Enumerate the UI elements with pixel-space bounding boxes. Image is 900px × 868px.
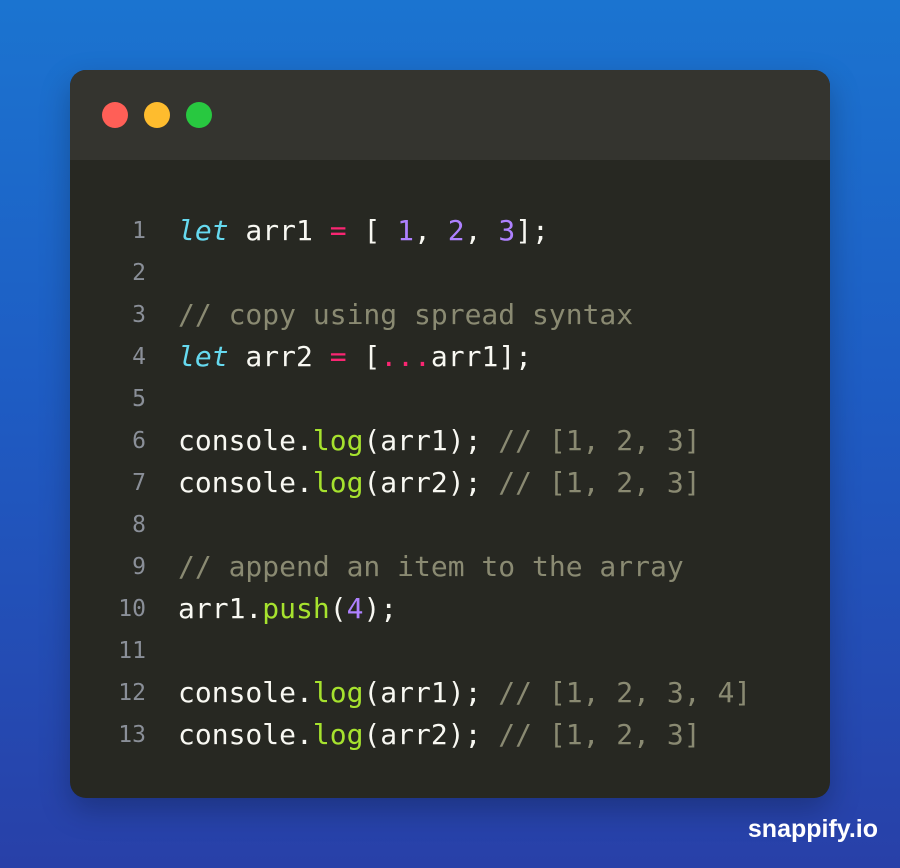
code-token-number: 4: [346, 592, 364, 625]
code-line: 6 console.log(arr1); // [1, 2, 3]: [70, 420, 830, 462]
code-token-plain: arr2: [228, 340, 330, 373]
code-line: 13 console.log(arr2); // [1, 2, 3]: [70, 714, 830, 756]
code-token-plain: console.: [178, 466, 313, 499]
code-token-plain: (arr1);: [363, 676, 499, 709]
line-code: console.log(arr1); // [1, 2, 3, 4]: [178, 672, 751, 714]
code-token-comment: // copy using spread syntax: [178, 298, 634, 331]
code-token-comment: // [1, 2, 3]: [498, 466, 701, 499]
code-token-operator: =: [329, 340, 347, 373]
line-code: console.log(arr2); // [1, 2, 3]: [178, 714, 701, 756]
minimize-control[interactable]: [144, 102, 170, 128]
code-token-plain: console.: [178, 424, 313, 457]
code-token-function: push: [262, 592, 330, 625]
code-line: 11: [70, 630, 830, 672]
code-token-function: log: [312, 718, 364, 751]
code-token-number: 2: [447, 214, 465, 247]
code-token-plain: ,: [464, 214, 499, 247]
line-number: 6: [132, 428, 146, 454]
code-token-function: log: [312, 466, 364, 499]
line-number: 12: [118, 680, 146, 706]
line-number: 8: [132, 512, 146, 538]
code-line: 4 let arr2 = [...arr1];: [70, 336, 830, 378]
maximize-control[interactable]: [186, 102, 212, 128]
line-code: let arr1 = [ 1, 2, 3];: [178, 210, 549, 252]
code-token-keyword: let: [178, 214, 229, 247]
code-token-plain: ,: [414, 214, 448, 247]
code-token-plain: ];: [515, 214, 549, 247]
code-token-plain: (arr1);: [363, 424, 499, 457]
code-token-function: log: [312, 424, 364, 457]
window-titlebar: [70, 70, 830, 160]
code-token-comment: // [1, 2, 3, 4]: [498, 676, 752, 709]
line-number: 5: [132, 386, 146, 412]
code-token-comment: // [1, 2, 3]: [498, 424, 701, 457]
line-code: arr1.push(4);: [178, 588, 397, 630]
code-line: 7 console.log(arr2); // [1, 2, 3]: [70, 462, 830, 504]
line-number: 7: [132, 470, 146, 496]
code-line: 3 // copy using spread syntax: [70, 294, 830, 336]
code-token-comment: // append an item to the array: [178, 550, 684, 583]
code-line: 12 console.log(arr1); // [1, 2, 3, 4]: [70, 672, 830, 714]
code-line: 10 arr1.push(4);: [70, 588, 830, 630]
line-number: 10: [118, 596, 146, 622]
code-token-plain: [: [346, 214, 398, 247]
line-number: 11: [118, 638, 146, 664]
code-token-plain: console.: [178, 676, 313, 709]
code-line: 5: [70, 378, 830, 420]
line-code: console.log(arr2); // [1, 2, 3]: [178, 462, 701, 504]
code-token-number: 3: [498, 214, 516, 247]
code-token-operator: =: [329, 214, 347, 247]
code-token-plain: console.: [178, 718, 313, 751]
code-token-plain: (: [329, 592, 347, 625]
code-token-number: 1: [397, 214, 415, 247]
code-line: 1 let arr1 = [ 1, 2, 3];: [70, 210, 830, 252]
line-number: 3: [132, 302, 146, 328]
line-code: let arr2 = [...arr1];: [178, 336, 532, 378]
code-token-plain: [: [346, 340, 381, 373]
line-number: 2: [132, 260, 146, 286]
code-token-plain: arr1.: [178, 592, 263, 625]
code-token-keyword: let: [178, 340, 229, 373]
line-number: 13: [118, 722, 146, 748]
code-line: 2: [70, 252, 830, 294]
close-control[interactable]: [102, 102, 128, 128]
snappify-watermark: snappify.io: [747, 815, 878, 843]
line-number: 9: [132, 554, 146, 580]
code-token-comment: // [1, 2, 3]: [498, 718, 701, 751]
code-token-plain: arr1: [228, 214, 330, 247]
code-token-plain: arr1];: [430, 340, 533, 373]
code-line: 9 // append an item to the array: [70, 546, 830, 588]
code-area: 1 let arr1 = [ 1, 2, 3]; 2 3// copy using s…: [70, 210, 830, 756]
line-code: console.log(arr1); // [1, 2, 3]: [178, 420, 701, 462]
code-token-function: log: [312, 676, 364, 709]
code-token-plain: );: [363, 592, 398, 625]
line-number: 4: [132, 344, 146, 370]
code-window: 1 let arr1 = [ 1, 2, 3]; 2 3// copy using s…: [70, 70, 830, 798]
code-token-plain: (arr2);: [363, 466, 499, 499]
code-token-plain: (arr2);: [363, 718, 499, 751]
code-token-operator: ...: [380, 340, 431, 373]
code-line: 8: [70, 504, 830, 546]
line-code: // append an item to the array: [178, 546, 684, 588]
line-code: // copy using spread syntax: [178, 294, 633, 336]
line-number: 1: [132, 218, 146, 244]
